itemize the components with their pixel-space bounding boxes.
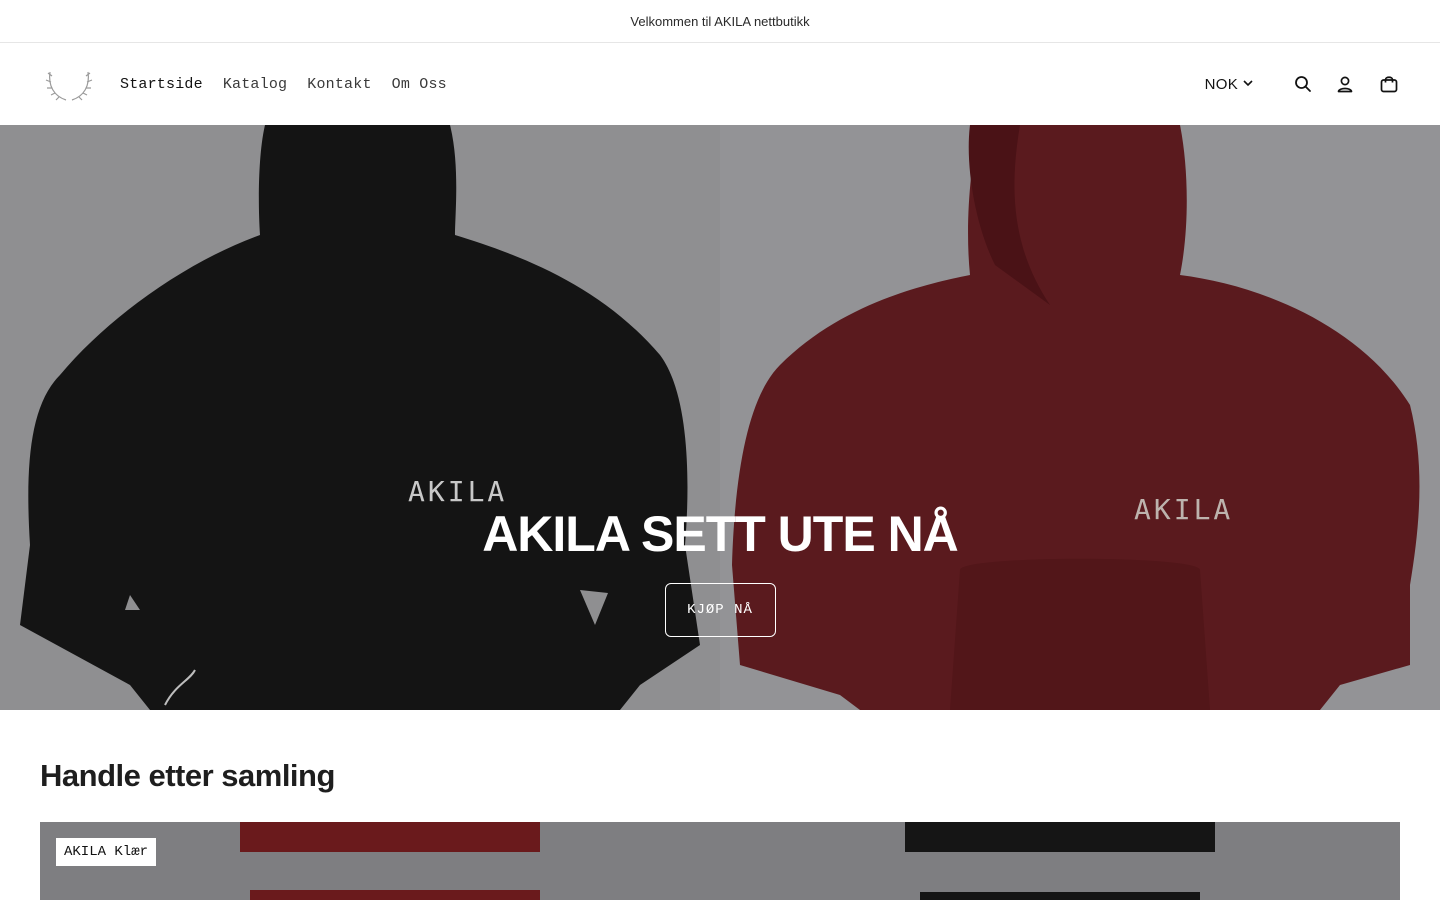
left-hoodie-print: AKILA xyxy=(408,475,508,508)
hero-content: AKILA SETT UTE NÅ KJØP NÅ xyxy=(0,505,1440,637)
hero-banner: AKILA AKILA AKILA SETT UTE NÅ KJØP NÅ xyxy=(0,125,1440,710)
currency-selector[interactable]: NOK xyxy=(1205,76,1254,93)
collection-card[interactable]: AKILA Klær xyxy=(40,822,1400,900)
chevron-down-icon xyxy=(1242,76,1254,93)
collection-image xyxy=(40,822,1400,900)
cart-icon[interactable] xyxy=(1378,73,1400,95)
announcement-text: Velkommen til AKILA nettbutikk xyxy=(630,13,810,29)
nav-om-oss[interactable]: Om Oss xyxy=(392,76,447,93)
search-icon[interactable] xyxy=(1292,73,1314,95)
account-icon[interactable] xyxy=(1334,73,1356,95)
site-header: Startside Katalog Kontakt Om Oss NOK xyxy=(0,43,1440,125)
header-actions: NOK xyxy=(1205,73,1400,95)
announcement-bar: Velkommen til AKILA nettbutikk xyxy=(0,0,1440,43)
main-nav: Startside Katalog Kontakt Om Oss xyxy=(120,76,467,93)
collections-heading: Handle etter samling xyxy=(40,758,335,793)
collection-label: AKILA Klær xyxy=(56,838,157,866)
shop-now-button[interactable]: KJØP NÅ xyxy=(664,583,776,637)
nav-startside[interactable]: Startside xyxy=(120,76,203,93)
nav-katalog[interactable]: Katalog xyxy=(223,76,287,93)
laurel-wreath-icon[interactable] xyxy=(44,64,94,104)
collections-section: Handle etter samling AKILA Klær xyxy=(0,710,1440,900)
nav-kontakt[interactable]: Kontakt xyxy=(307,76,371,93)
currency-label: NOK xyxy=(1204,75,1238,93)
hero-title: AKILA SETT UTE NÅ xyxy=(482,506,959,562)
